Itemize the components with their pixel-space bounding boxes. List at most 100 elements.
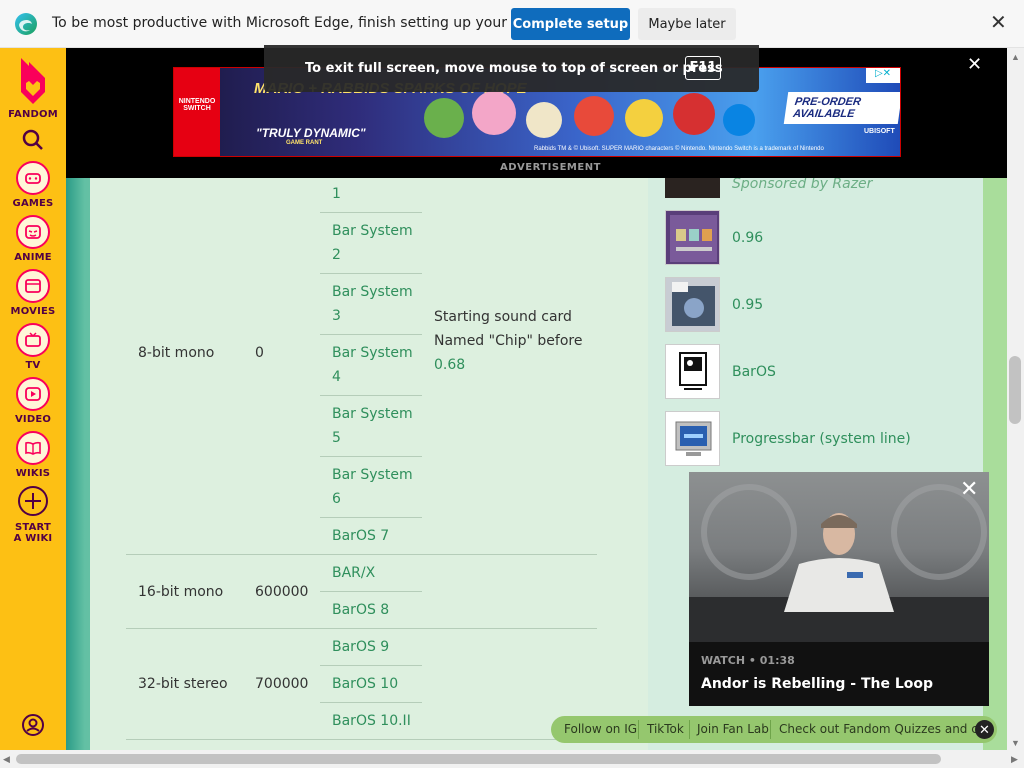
version-link[interactable]: BarOS 10.II [332, 709, 411, 733]
scroll-up-arrow-icon[interactable]: ▲ [1011, 52, 1020, 62]
version-link[interactable]: BarOS 7 [332, 524, 389, 548]
infobar-close-icon[interactable]: ✕ [990, 13, 1007, 33]
nintendo-switch-logo: NINTENDO SWITCH [174, 68, 220, 156]
related-page-thumbnail[interactable] [665, 210, 720, 265]
social-separator [689, 720, 690, 739]
social-promo-bar: Follow on IG TikTok Join Fan Lab Check o… [551, 716, 997, 743]
rail-label-wikis: WIKIS [15, 468, 51, 479]
video-close-icon[interactable]: ✕ [960, 478, 978, 500]
advertisement-label: ADVERTISEMENT [500, 162, 601, 173]
scroll-right-arrow-icon[interactable]: ▶ [1011, 754, 1018, 765]
rail-tv[interactable]: TV [0, 323, 66, 371]
version-link[interactable]: BarOS 9 [332, 635, 389, 659]
scroll-down-arrow-icon[interactable]: ▼ [1011, 738, 1020, 748]
ad-quote-source: GAME RANT [286, 140, 323, 146]
vertical-scrollbar-thumb[interactable] [1009, 356, 1021, 424]
rail-movies[interactable]: MOVIES [0, 269, 66, 317]
version-link[interactable]: Bar System 5 [332, 402, 422, 450]
movies-icon [16, 269, 50, 303]
table-divider [320, 456, 422, 457]
note-text: Starting sound card Named "Chip" before [434, 309, 583, 349]
ad-fine-print: Rabbids TM & © Ubisoft. SUPER MARIO char… [534, 146, 824, 152]
related-page-link[interactable]: 0.96 [732, 230, 763, 246]
rail-user-account[interactable] [0, 713, 66, 742]
rail-fandom-home[interactable]: FANDOM [0, 56, 66, 120]
ad-close-icon[interactable]: ✕ [967, 54, 982, 75]
wikis-icon [16, 431, 50, 465]
rail-anime[interactable]: ANIME [0, 215, 66, 263]
table-cell-sound: 16-bit mono [138, 584, 224, 600]
scroll-left-arrow-icon[interactable]: ◀ [3, 754, 10, 765]
table-cell-price: 0 [255, 345, 264, 361]
related-page-thumbnail[interactable] [665, 344, 720, 399]
complete-setup-button[interactable]: Complete setup [511, 8, 630, 40]
fandom-logo-icon [21, 58, 45, 104]
rail-start-wiki[interactable]: START A WIKI [0, 485, 66, 544]
edge-setup-infobar: To be most productive with Microsoft Edg… [0, 0, 1024, 48]
note-version-link[interactable]: 0.68 [434, 357, 465, 373]
version-link[interactable]: Bar System 6 [332, 463, 422, 511]
related-page-link[interactable]: Progressbar (system line) [732, 431, 911, 447]
version-link[interactable]: Bar System 4 [332, 341, 422, 389]
social-separator [770, 720, 771, 739]
follow-ig-link[interactable]: Follow on IG [564, 722, 637, 736]
version-link[interactable]: BarOS 10 [332, 672, 398, 696]
fullscreen-exit-notice: To exit full screen, move mouse to top o… [264, 45, 759, 92]
related-page-thumbnail[interactable] [665, 411, 720, 466]
search-icon [22, 129, 43, 150]
rail-label-video: VIDEO [14, 414, 52, 425]
adchoices-icon[interactable]: ▷✕ [866, 68, 900, 83]
table-divider [320, 702, 422, 703]
rail-label-anime: ANIME [14, 252, 52, 263]
table-divider [320, 212, 422, 213]
edge-setup-message: To be most productive with Microsoft Edg… [52, 15, 571, 31]
join-fan-lab-link[interactable]: Join Fan Lab [697, 722, 769, 736]
version-link[interactable]: Bar System 2 [332, 219, 422, 267]
related-page-link[interactable]: 0.95 [732, 297, 763, 313]
fullscreen-notice-text: To exit full screen, move mouse to top o… [305, 61, 723, 76]
rail-games[interactable]: GAMES [0, 161, 66, 209]
rail-wikis[interactable]: WIKIS [0, 431, 66, 479]
version-link[interactable]: Bar System 3 [332, 280, 422, 328]
anime-icon [16, 215, 50, 249]
table-divider [320, 395, 422, 396]
ad-quote: "TRULY DYNAMIC" [256, 126, 366, 140]
horizontal-scrollbar-thumb[interactable] [16, 754, 941, 764]
rail-video[interactable]: VIDEO [0, 377, 66, 425]
fandom-global-nav: FANDOM GAMES ANIME MOVIES TV VIDEO WIKIS… [0, 48, 66, 750]
table-divider [320, 665, 422, 666]
sponsored-label[interactable]: Sponsored by Razer [732, 176, 872, 192]
social-bar-close-icon[interactable]: ✕ [975, 720, 994, 739]
table-cell-price: 600000 [255, 584, 309, 600]
table-divider [320, 334, 422, 335]
related-page-link[interactable]: BarOS [732, 364, 776, 380]
f11-key-badge: F11 [685, 56, 721, 80]
rail-label-start-wiki: START A WIKI [13, 522, 53, 544]
games-icon [16, 161, 50, 195]
maybe-later-button[interactable]: Maybe later [638, 8, 736, 40]
version-link[interactable]: BarOS 8 [332, 598, 389, 622]
tiktok-link[interactable]: TikTok [647, 722, 684, 736]
plus-icon [18, 486, 48, 516]
table-divider [320, 517, 422, 518]
social-separator [638, 720, 639, 739]
rail-search[interactable] [0, 128, 66, 157]
rail-label-tv: TV [25, 360, 41, 371]
rail-label-fandom: FANDOM [8, 109, 58, 120]
ubisoft-logo: UBISOFT [864, 128, 895, 135]
table-row-divider [126, 554, 597, 555]
version-link[interactable]: BAR/X [332, 561, 375, 585]
video-frame[interactable] [689, 472, 989, 642]
table-cell-sound: 32-bit stereo [138, 676, 228, 692]
user-icon [22, 714, 44, 736]
video-title[interactable]: Andor is Rebelling - The Loop [701, 676, 933, 692]
table-cell-price: 700000 [255, 676, 309, 692]
video-icon [16, 377, 50, 411]
table-cell-note: Starting sound card Named "Chip" before … [434, 305, 584, 377]
table-row-divider [126, 739, 597, 740]
fandom-quizzes-link[interactable]: Check out Fandom Quizzes and cha [779, 722, 993, 736]
version-link[interactable]: 1 [332, 182, 341, 206]
rail-label-movies: MOVIES [10, 306, 56, 317]
floating-video-player[interactable]: ✕ WATCH • 01:38 Andor is Rebelling - The… [689, 472, 989, 706]
related-page-thumbnail[interactable] [665, 277, 720, 332]
